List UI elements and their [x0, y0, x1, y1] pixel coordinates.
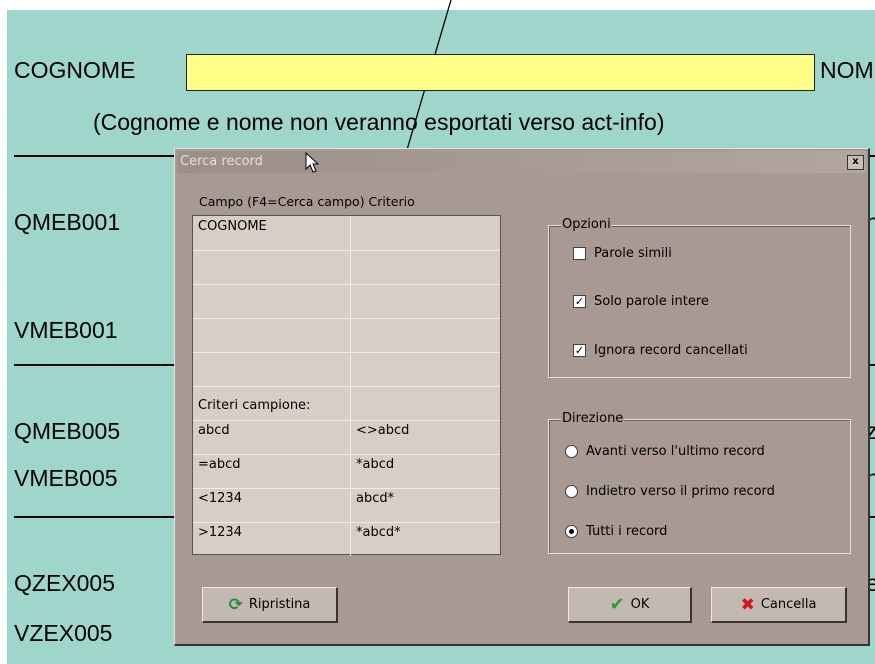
grid-row: >1234 *abcd* — [193, 522, 500, 556]
radio-unselected-icon — [565, 485, 578, 498]
options-group: Opzioni Parole simili ✓ Solo parole inte… — [548, 217, 851, 378]
similar-words-checkbox[interactable]: Parole simili — [573, 246, 672, 261]
grid-row: abcd <>abcd — [193, 420, 500, 455]
refresh-icon: ⟳ — [228, 594, 243, 615]
radio-unselected-icon — [565, 445, 578, 458]
grid-row[interactable] — [193, 352, 500, 387]
grid-cell-field[interactable] — [193, 352, 351, 386]
cross-icon: ✖ — [740, 594, 755, 615]
ignore-deleted-label: Ignora record cancellati — [594, 343, 748, 358]
nome-label: NOM — [820, 57, 874, 83]
field-label-vmeb005: VMEB005 — [14, 465, 118, 491]
field-label-qzex005: QZEX005 — [14, 570, 115, 596]
direction-group: Direzione Avanti verso l'ultimo record I… — [548, 411, 851, 554]
whole-words-checkbox[interactable]: ✓ Solo parole intere — [573, 294, 709, 309]
grid-sample-cell: =abcd — [193, 454, 351, 488]
reset-button[interactable]: ⟳ Ripristina — [202, 587, 338, 623]
ok-label: OK — [630, 597, 650, 612]
grid-row: =abcd *abcd — [193, 454, 500, 489]
options-group-title: Opzioni — [561, 217, 612, 232]
direction-all-radio[interactable]: Tutti i record — [565, 524, 667, 539]
direction-forward-label: Avanti verso l'ultimo record — [586, 444, 765, 459]
close-button[interactable]: x — [847, 155, 864, 170]
note-text: (Cognome e nome non veranno esportati ve… — [93, 109, 665, 135]
reset-label: Ripristina — [248, 597, 311, 612]
divider — [14, 155, 176, 157]
grid-cell-field[interactable] — [193, 250, 351, 284]
dialog-title: Cerca record — [180, 154, 263, 169]
grid-sample-cell: <>abcd — [356, 423, 410, 438]
grid-cell-criteria[interactable] — [351, 216, 500, 250]
checkmark-icon: ✓ — [573, 295, 586, 308]
cancel-label: Cancella — [760, 597, 817, 612]
grid-row: <1234 abcd* — [193, 488, 500, 523]
search-dialog: Cerca record x Campo (F4=Cerca campo) Cr… — [174, 148, 870, 646]
divider — [14, 364, 176, 366]
grid-sample-cell: abcd — [193, 420, 351, 454]
grid-row: Criteri campione: — [193, 386, 500, 421]
divider — [14, 516, 176, 518]
direction-all-label: Tutti i record — [586, 524, 668, 539]
grid-sample-cell: *abcd* — [356, 525, 401, 540]
field-label-vzex005: VZEX005 — [14, 620, 113, 646]
whole-words-label: Solo parole intere — [594, 294, 709, 309]
checkbox-unchecked-icon — [573, 247, 586, 260]
direction-forward-radio[interactable]: Avanti verso l'ultimo record — [565, 444, 765, 459]
checkmark-icon: ✔ — [609, 594, 625, 615]
field-label-qmeb001: QMEB001 — [14, 209, 121, 235]
grid-sample-cell: *abcd — [356, 457, 395, 472]
grid-cell-criteria[interactable] — [351, 318, 500, 352]
grid-sample-cell: <1234 — [193, 488, 351, 522]
grid-row[interactable] — [193, 284, 500, 319]
grid-cell-criteria[interactable] — [351, 284, 500, 318]
checkmark-icon: ✓ — [573, 344, 586, 357]
grid-cell-field[interactable] — [193, 284, 351, 318]
cognome-input[interactable] — [186, 54, 815, 91]
cognome-label: COGNOME — [14, 57, 136, 83]
grid-sample-cell: abcd* — [356, 491, 395, 506]
radio-selected-icon — [565, 525, 578, 538]
direction-group-title: Direzione — [561, 411, 625, 426]
similar-words-label: Parole simili — [594, 246, 672, 261]
grid-cell-field[interactable] — [193, 318, 351, 352]
grid-sample-heading: Criteri campione: — [193, 386, 351, 420]
cancel-button[interactable]: ✖ Cancella — [711, 587, 847, 623]
grid-cell-criteria[interactable] — [351, 352, 500, 386]
field-label-vmeb001: VMEB001 — [14, 317, 118, 343]
ok-button[interactable]: ✔ OK — [568, 587, 692, 623]
grid-row[interactable]: COGNOME — [193, 216, 500, 251]
grid-row[interactable] — [193, 318, 500, 353]
mouse-cursor-icon — [305, 152, 320, 173]
grid-cell-criteria[interactable] — [351, 250, 500, 284]
direction-backward-label: Indietro verso il primo record — [586, 484, 775, 499]
grid-header: Campo (F4=Cerca campo) Criterio — [199, 194, 415, 209]
criteria-grid[interactable]: COGNOME Criteri campione: abcd <>abcd =a… — [192, 215, 501, 556]
ignore-deleted-checkbox[interactable]: ✓ Ignora record cancellati — [573, 343, 748, 358]
grid-row[interactable] — [193, 250, 500, 285]
dialog-titlebar[interactable]: Cerca record x — [177, 151, 866, 173]
grid-cell-field[interactable]: COGNOME — [193, 216, 351, 250]
grid-sample-cell: >1234 — [193, 522, 351, 556]
direction-backward-radio[interactable]: Indietro verso il primo record — [565, 484, 775, 499]
field-label-qmeb005: QMEB005 — [14, 418, 121, 444]
grid-cell-criteria — [351, 386, 500, 420]
